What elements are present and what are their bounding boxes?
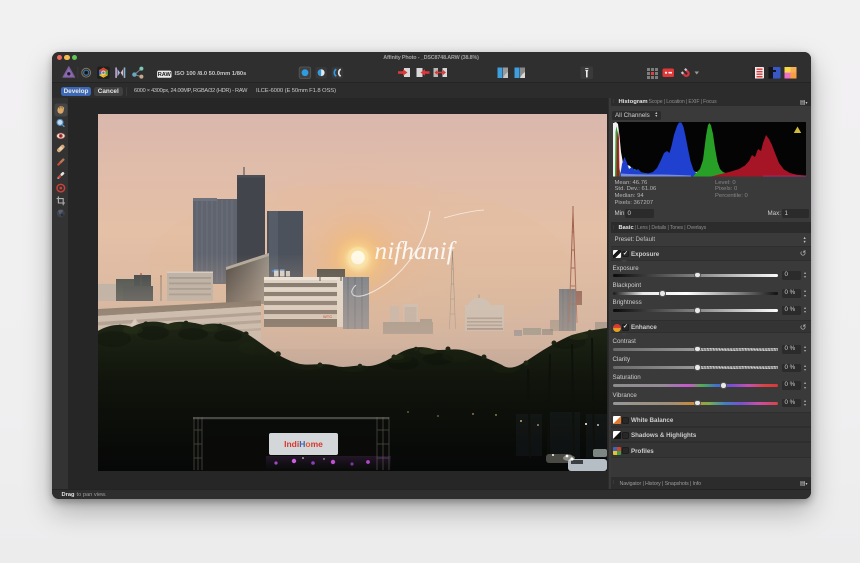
svg-text:IndiHome: IndiHome [284, 439, 323, 449]
svg-text:ISO 100 /8.0 50.0mm 1/80s: ISO 100 /8.0 50.0mm 1/80s [174, 71, 246, 77]
svg-text:RAW: RAW [157, 72, 171, 78]
svg-text:nifhanif: nifhanif [374, 236, 457, 265]
